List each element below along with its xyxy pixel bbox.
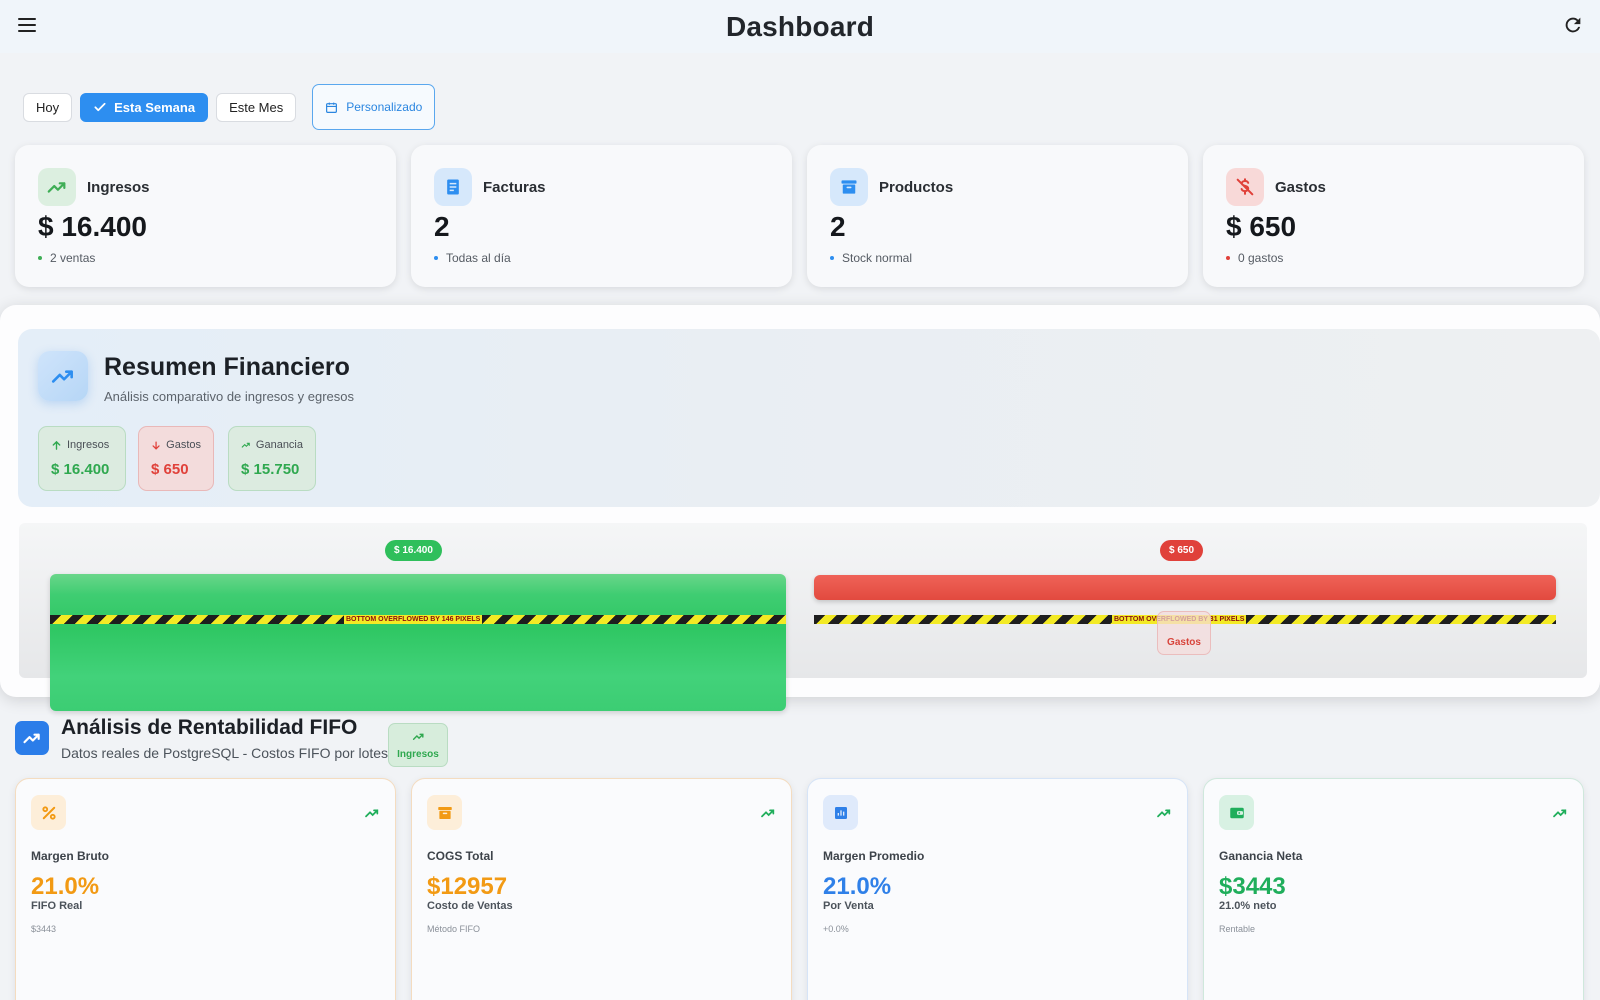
- check-icon: [94, 102, 106, 112]
- kpi-card-margen-promedio[interactable]: Margen Promedio 21.0% Por Venta +0.0%: [807, 778, 1188, 1000]
- stat-card-facturas[interactable]: Facturas 2 Todas al día: [411, 145, 792, 287]
- expense-summary-label: Gastos: [166, 439, 201, 451]
- overflow-warning-text: BOTTOM OVERFLOWED BY 146 PIXELS: [344, 615, 483, 624]
- stat-value: 2: [830, 211, 846, 242]
- kpi-value: $3443: [1219, 873, 1286, 900]
- kpi-value: $12957: [427, 873, 508, 900]
- percent-icon: [31, 795, 66, 830]
- trending-up-icon: [15, 721, 49, 755]
- filter-this-month-label: Este Mes: [229, 99, 284, 115]
- trending-up-icon: [241, 442, 250, 448]
- analytics-icon: [823, 795, 858, 830]
- arrow-down-icon: [152, 440, 160, 450]
- financial-summary-subtitle: Análisis comparativo de ingresos y egres…: [104, 389, 355, 404]
- receipt-icon: [434, 168, 472, 206]
- money-off-icon: [1226, 168, 1264, 206]
- income-summary-label: Ingresos: [67, 439, 110, 451]
- stat-label: Productos: [879, 179, 954, 196]
- kpi-detail: Método FIFO: [427, 924, 481, 934]
- kpi-value: 21.0%: [823, 873, 892, 900]
- stat-value: 2: [434, 211, 450, 242]
- income-bar-label-text: Ingresos: [397, 749, 439, 760]
- stat-label: Ingresos: [87, 179, 150, 196]
- stat-label: Facturas: [483, 179, 546, 196]
- profit-summary-label: Ganancia: [255, 439, 303, 451]
- kpi-label: Ganancia Neta: [1219, 849, 1303, 863]
- financial-summary-header: Resumen Financiero Análisis comparativo …: [18, 329, 1600, 507]
- trending-up-icon: [761, 809, 775, 818]
- stat-card-gastos[interactable]: Gastos $ 650 0 gastos: [1203, 145, 1584, 287]
- kpi-subtext: 21.0% neto: [1219, 900, 1277, 912]
- page-title: Dashboard: [725, 10, 875, 42]
- stat-subtext-label: Todas al día: [446, 251, 511, 265]
- kpi-label: COGS Total: [427, 849, 494, 863]
- refresh-icon[interactable]: [1562, 14, 1584, 36]
- trending-up-icon: [1553, 809, 1567, 818]
- archive-icon: [427, 795, 462, 830]
- kpi-card-margen-bruto[interactable]: Margen Bruto 21.0% FIFO Real $3443: [15, 778, 396, 1000]
- stat-label: Gastos: [1275, 179, 1326, 196]
- filter-custom-label: Personalizado: [346, 100, 423, 114]
- filter-custom-chip[interactable]: Personalizado: [312, 84, 436, 130]
- menu-icon[interactable]: [18, 18, 36, 32]
- kpi-detail: Rentable: [1219, 924, 1256, 934]
- trending-up-icon: [38, 351, 88, 401]
- income-bar: [50, 574, 786, 711]
- stat-subtext-label: Stock normal: [842, 251, 913, 265]
- archive-icon: [830, 168, 868, 206]
- stat-subtext: Stock normal: [830, 251, 912, 265]
- trending-up-icon: [38, 168, 76, 206]
- expense-bar: [814, 575, 1556, 600]
- kpi-card-cogs-total[interactable]: COGS Total $12957 Costo de Ventas Método…: [411, 778, 792, 1000]
- kpi-subtext: Por Venta: [823, 900, 874, 912]
- expense-value-pill: $ 650: [1160, 540, 1204, 561]
- filter-this-month-chip[interactable]: Este Mes: [216, 92, 297, 122]
- trending-up-icon: [365, 809, 379, 818]
- fifo-section-title: Análisis de Rentabilidad FIFO: [61, 716, 358, 739]
- trending-up-icon: [412, 733, 424, 740]
- kpi-subtext: FIFO Real: [31, 900, 83, 912]
- stat-subtext: Todas al día: [434, 251, 511, 265]
- fifo-section-subtitle: Datos reales de PostgreSQL - Costos FIFO…: [61, 745, 389, 761]
- stat-card-ingresos[interactable]: Ingresos $ 16.400 2 ventas: [15, 145, 396, 287]
- kpi-label: Margen Promedio: [823, 849, 925, 863]
- stat-subtext-label: 0 gastos: [1238, 251, 1284, 265]
- date-filter-bar: Hoy Esta Semana Este Mes Personalizado: [23, 84, 443, 130]
- profit-summary-value: $ 15.750: [241, 461, 300, 478]
- calendar-icon: [326, 102, 338, 113]
- filter-this-week-chip[interactable]: Esta Semana: [80, 92, 209, 122]
- expense-bar-label-text: Gastos: [1167, 637, 1201, 648]
- expense-summary-chip: Gastos $ 650: [138, 426, 214, 491]
- filter-this-week-label: Esta Semana: [114, 99, 196, 115]
- income-summary-value: $ 16.400: [51, 461, 110, 478]
- kpi-card-ganancia-neta[interactable]: Ganancia Neta $3443 21.0% neto Rentable: [1203, 778, 1584, 1000]
- stat-subtext: 0 gastos: [1226, 251, 1283, 265]
- income-bar-label: Ingresos: [388, 723, 448, 767]
- trending-up-icon: [1157, 809, 1171, 818]
- stat-subtext-label: 2 ventas: [50, 251, 96, 265]
- kpi-detail: +0.0%: [823, 924, 849, 934]
- wallet-icon: [1219, 795, 1254, 830]
- stat-card-productos[interactable]: Productos 2 Stock normal: [807, 145, 1188, 287]
- income-value-pill: $ 16.400: [385, 540, 442, 561]
- kpi-detail: $3443: [31, 924, 57, 934]
- kpi-subtext: Costo de Ventas: [427, 900, 513, 912]
- expense-bar-label: Gastos: [1157, 611, 1211, 655]
- arrow-up-icon: [52, 440, 61, 450]
- app-bar: Dashboard: [0, 0, 1600, 53]
- stat-value: $ 650: [1226, 211, 1297, 242]
- filter-today-label: Hoy: [36, 99, 60, 115]
- kpi-value: 21.0%: [31, 873, 100, 900]
- stat-subtext: 2 ventas: [38, 251, 95, 265]
- expense-summary-value: $ 650: [151, 461, 189, 478]
- financial-summary-title: Resumen Financiero: [104, 353, 350, 381]
- kpi-label: Margen Bruto: [31, 849, 109, 863]
- income-summary-chip: Ingresos $ 16.400: [38, 426, 126, 491]
- profit-summary-chip: Ganancia $ 15.750: [228, 426, 316, 491]
- stat-value: $ 16.400: [38, 211, 147, 242]
- filter-today-chip[interactable]: Hoy: [23, 92, 73, 122]
